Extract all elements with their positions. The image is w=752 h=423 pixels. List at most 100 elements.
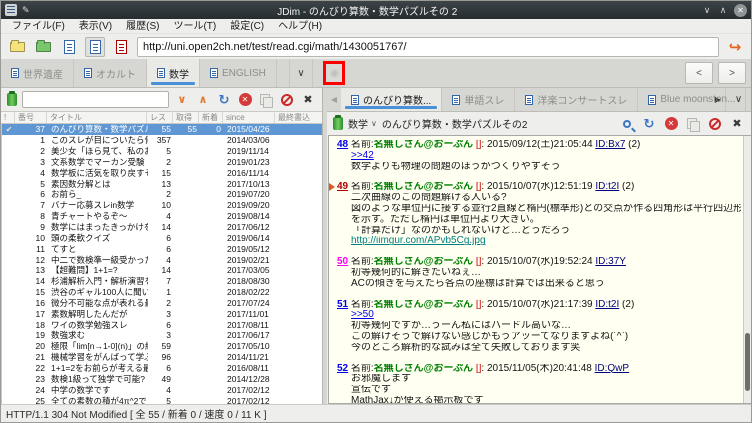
thread-tab-2[interactable]: 洋楽コンサートスレ <box>515 88 639 111</box>
image-link[interactable]: http://iimgur.com/APvb5Cg.jpg <box>351 236 486 246</box>
copy-button[interactable] <box>258 92 274 108</box>
menu-item-4[interactable]: 設定(C) <box>223 19 271 34</box>
maximize-button[interactable]: ∧ <box>715 5 731 16</box>
image-view-button[interactable] <box>111 37 131 57</box>
chevron-up-icon: ∧ <box>198 94 208 106</box>
minimize-button[interactable]: ∨ <box>699 5 715 16</box>
post-id-link[interactable]: ID:37Y <box>595 257 626 267</box>
url-input[interactable] <box>137 36 719 57</box>
reload-button[interactable]: ↻ <box>216 92 232 108</box>
table-row[interactable]: 8 青チャートやるぞ〜 4 2019/08/14 <box>2 211 322 222</box>
post-id-link[interactable]: ID:QwP <box>595 364 629 374</box>
table-row[interactable]: 17 素数解明したんだが 3 2017/11/01 <box>2 308 322 319</box>
search-up-button[interactable]: ∧ <box>195 92 211 108</box>
tabs-scroll-left-button[interactable]: ◀ <box>327 88 341 111</box>
board-list-button[interactable] <box>7 37 27 57</box>
scrollbar[interactable] <box>743 136 751 403</box>
menu-item-2[interactable]: 履歴(S) <box>119 19 166 34</box>
table-row[interactable]: 25 全ての素数の積が4π^2で 5 2017/02/12 <box>2 395 322 404</box>
scrollbar-thumb[interactable] <box>745 333 750 391</box>
table-row[interactable]: 12 中二で数検準一級受かった 4 2019/02/21 <box>2 254 322 265</box>
table-row[interactable]: 13 【超難問】1+1=? 14 2017/03/05 <box>2 265 322 276</box>
table-row[interactable]: 11 てすと 6 2019/05/12 <box>2 243 322 254</box>
column-header-6[interactable]: since <box>223 112 275 123</box>
column-header-2[interactable]: タイトル <box>47 112 147 123</box>
column-header-1[interactable]: 番号 <box>15 112 47 123</box>
table-row[interactable]: 4 数学板に活気を取り戻すぞ 15 2016/11/14 <box>2 167 322 178</box>
menu-item-3[interactable]: ツール(T) <box>166 19 223 34</box>
thread-tab-0[interactable]: のんびり算数... <box>341 88 443 111</box>
table-row[interactable]: 16 微分不可能な点が表れる最 2 2017/07/24 <box>2 298 322 309</box>
favorites-button[interactable] <box>33 37 53 57</box>
column-header-4[interactable]: 取得 <box>173 112 199 123</box>
menu-item-0[interactable]: ファイル(F) <box>5 19 72 34</box>
thread-list-body: ✔37のんびり算数・数学パズルその2555502015/04/261このスレが目… <box>1 124 322 404</box>
abort-button[interactable] <box>707 116 723 132</box>
post-number-link[interactable]: 51 <box>337 300 348 310</box>
post-number-link[interactable]: 50 <box>337 257 348 267</box>
column-header-0[interactable]: ! <box>1 112 15 123</box>
search-button[interactable] <box>619 116 635 132</box>
close-button[interactable]: ✕ <box>734 3 747 17</box>
thread-view-button[interactable] <box>85 36 105 57</box>
row-since: 2014/03/06 <box>227 135 270 146</box>
post-id-link[interactable]: ID:t2I <box>595 300 619 310</box>
table-row[interactable]: 23 数検1級って独学で可能? 49 2014/12/28 <box>2 373 322 384</box>
search-down-button[interactable]: ∨ <box>174 92 190 108</box>
board-dropdown[interactable]: 数学 ∨ <box>348 116 377 131</box>
menu-item-1[interactable]: 表示(V) <box>72 19 119 34</box>
table-row[interactable]: 7 バナー応募スレin数学 10 2019/09/20 <box>2 200 322 211</box>
table-row[interactable]: 10 頭の柔軟クイズ 6 2019/06/14 <box>2 232 322 243</box>
table-row[interactable]: ✔37のんびり算数・数学パズルその2555502015/04/26 <box>2 124 322 135</box>
board-tabs-dropdown-button[interactable]: ∨ <box>289 59 313 87</box>
window-title: JDim - のんびり算数・数学パズルその 2 <box>277 6 458 18</box>
board-tab-0[interactable]: 世界遺産 <box>1 59 74 87</box>
stop-button[interactable]: ✕ <box>663 116 679 132</box>
table-row[interactable]: 9 数学にはまったきっかけを 14 2017/06/12 <box>2 222 322 233</box>
table-row[interactable]: 3 文系数学でマーカン受験 2 2019/01/23 <box>2 157 322 168</box>
post-number-link[interactable]: 52 <box>337 364 348 374</box>
thread-tab-3[interactable]: Blue moonston... <box>638 88 747 111</box>
table-row[interactable]: 21 機械学習をがんばって学ぶ 96 2014/11/21 <box>2 352 322 363</box>
highlighted-toolbar-button[interactable] <box>323 61 345 85</box>
board-tab-3[interactable]: ENGLISH <box>200 59 277 87</box>
go-arrow-button[interactable]: ↪ <box>725 37 745 57</box>
copy-button[interactable] <box>685 116 701 132</box>
post-number-link[interactable]: 49 <box>337 182 348 192</box>
table-row[interactable]: 1このスレが目についたら何か3572014/03/06 <box>2 135 322 146</box>
stop-button[interactable]: ✕ <box>237 92 253 108</box>
row-res: 10 <box>161 200 171 211</box>
table-row[interactable]: 2美少女「ほら見て、私のおま52019/11/14 <box>2 146 322 157</box>
table-row[interactable]: 19 数強求む 3 2017/06/17 <box>2 330 322 341</box>
table-row[interactable]: 5 素因数分解とは 13 2017/10/13 <box>2 178 322 189</box>
table-row[interactable]: 15 渋谷のギャル100人に聞い 1 2018/02/22 <box>2 287 322 298</box>
board-tab-1[interactable]: オカルト <box>74 59 147 87</box>
thread-list-button[interactable] <box>59 37 79 57</box>
anchor-link[interactable]: >>50 <box>351 310 374 320</box>
column-header-5[interactable]: 新着 <box>199 112 223 123</box>
column-header-7[interactable]: 最終書込 <box>275 112 322 123</box>
abort-button[interactable] <box>279 92 295 108</box>
table-row[interactable]: 18 ワイの数学勉強スレ 6 2017/08/11 <box>2 319 322 330</box>
menu-item-5[interactable]: ヘルプ(H) <box>271 19 329 34</box>
post-id-link[interactable]: ID:t2I <box>595 182 619 192</box>
table-row[interactable]: 221+1=2をお前らが考える最も62016/08/11 <box>2 363 322 374</box>
table-row[interactable]: 20 極限「lim[n→1-0](n)」の結 59 2017/05/10 <box>2 341 322 352</box>
table-row[interactable]: 6 お前ら_ 2 2019/07/20 <box>2 189 322 200</box>
table-row[interactable]: 14 杉浦解析入門・解析演習を 7 2018/08/30 <box>2 276 322 287</box>
close-tab-button[interactable]: ✖ <box>729 116 745 132</box>
column-header-3[interactable]: レス <box>147 112 173 123</box>
next-button[interactable]: > <box>718 62 746 84</box>
document-icon <box>157 68 165 78</box>
post-number-link[interactable]: 48 <box>337 140 348 150</box>
post-id-link[interactable]: ID:Bx7 <box>595 140 625 150</box>
prev-button[interactable]: < <box>685 62 713 84</box>
close-tab-button[interactable]: ✖ <box>300 92 316 108</box>
board-tab-2[interactable]: 数学 <box>147 59 200 87</box>
anchor-link[interactable]: >>42 <box>351 151 374 161</box>
thread-search-input[interactable] <box>22 91 169 108</box>
reload-button[interactable]: ↻ <box>641 116 657 132</box>
table-row[interactable]: 24 中学の数学です 4 2017/02/12 <box>2 384 322 395</box>
copy-icon <box>260 93 273 108</box>
thread-tab-1[interactable]: 単語スレ <box>442 88 516 111</box>
